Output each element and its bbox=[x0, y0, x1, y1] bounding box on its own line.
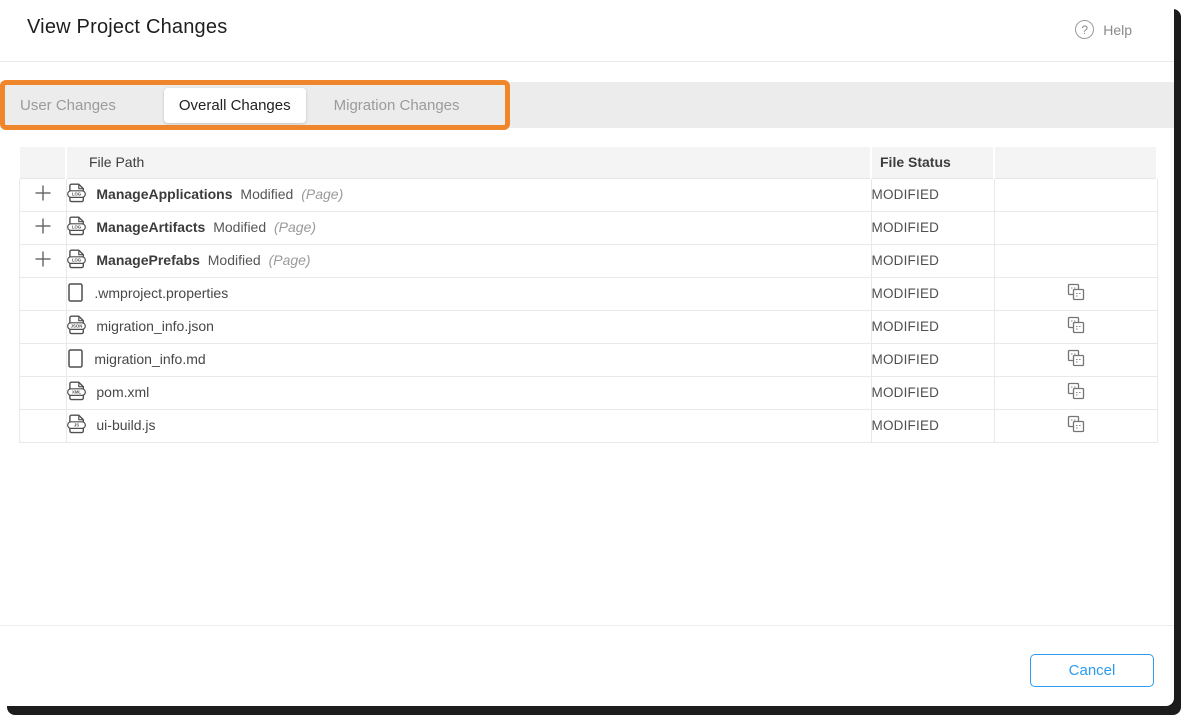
file-name: migration_info.md bbox=[94, 351, 205, 367]
table-row: .wmproject.properties MODIFIED bbox=[19, 277, 1157, 310]
file-name: ManageArtifacts bbox=[96, 219, 205, 235]
cancel-button[interactable]: Cancel bbox=[1030, 654, 1154, 687]
file-type-badge-icon: XML bbox=[67, 381, 86, 404]
diff-icon[interactable] bbox=[1067, 349, 1085, 367]
expand-icon[interactable] bbox=[32, 248, 54, 270]
table-row: LOG ManageArtifacts Modified (Page) MODI… bbox=[19, 211, 1157, 244]
file-type-badge-icon: JS bbox=[67, 414, 86, 437]
file-type-label: (Page) bbox=[301, 186, 343, 202]
diff-icon[interactable] bbox=[1067, 316, 1085, 334]
file-type-badge-icon: LOG bbox=[67, 249, 86, 272]
file-type-badge-icon: LOG bbox=[67, 183, 86, 206]
file-icon bbox=[67, 283, 84, 305]
tab-overall-changes[interactable]: Overall Changes bbox=[164, 88, 306, 123]
file-type-label: (Page) bbox=[274, 219, 316, 235]
svg-text:JS: JS bbox=[73, 423, 78, 428]
file-icon bbox=[67, 349, 84, 371]
file-status: MODIFIED bbox=[871, 376, 994, 409]
help-label: Help bbox=[1103, 22, 1132, 38]
file-status: MODIFIED bbox=[871, 343, 994, 376]
footer-divider bbox=[0, 625, 1174, 626]
file-name: migration_info.json bbox=[96, 318, 214, 334]
column-header-actions bbox=[994, 147, 1157, 178]
diff-icon[interactable] bbox=[1067, 283, 1085, 301]
file-modified-label: Modified bbox=[240, 186, 293, 202]
svg-text:LOG: LOG bbox=[71, 192, 81, 197]
file-status: MODIFIED bbox=[871, 244, 994, 277]
tab-bar: User Changes Overall Changes Migration C… bbox=[0, 82, 1174, 128]
file-type-badge-icon: JSON bbox=[67, 315, 86, 338]
file-name: ManageApplications bbox=[96, 186, 232, 202]
svg-text:XML: XML bbox=[71, 390, 80, 395]
column-header-expand bbox=[19, 147, 66, 178]
tab-migration-changes[interactable]: Migration Changes bbox=[334, 97, 460, 114]
file-modified-label: Modified bbox=[208, 252, 261, 268]
expand-icon[interactable] bbox=[32, 215, 54, 237]
column-header-file-status: File Status bbox=[871, 147, 994, 178]
tab-user-changes[interactable]: User Changes bbox=[20, 97, 116, 114]
svg-text:LOG: LOG bbox=[71, 258, 81, 263]
svg-text:JSON: JSON bbox=[70, 324, 82, 329]
file-type-badge-icon: LOG bbox=[67, 216, 86, 239]
file-name: ManagePrefabs bbox=[96, 252, 199, 268]
column-header-file-path: File Path bbox=[66, 147, 871, 178]
table-row: JS ui-build.js MODIFIED bbox=[19, 409, 1157, 442]
table-header-row: File Path File Status bbox=[19, 147, 1157, 178]
help-icon: ? bbox=[1075, 20, 1094, 39]
file-name: ui-build.js bbox=[96, 417, 155, 433]
file-status: MODIFIED bbox=[871, 277, 994, 310]
diff-icon[interactable] bbox=[1067, 415, 1085, 433]
diff-icon[interactable] bbox=[1067, 382, 1085, 400]
table-row: JSON migration_info.json MODIFIED bbox=[19, 310, 1157, 343]
file-name: pom.xml bbox=[96, 384, 149, 400]
table-row: XML pom.xml MODIFIED bbox=[19, 376, 1157, 409]
help-button[interactable]: ? Help bbox=[1075, 20, 1132, 39]
file-name: .wmproject.properties bbox=[94, 285, 228, 301]
file-type-label: (Page) bbox=[269, 252, 311, 268]
file-modified-label: Modified bbox=[213, 219, 266, 235]
table-row: LOG ManagePrefabs Modified (Page) MODIFI… bbox=[19, 244, 1157, 277]
page-title: View Project Changes bbox=[27, 16, 227, 39]
dialog-header: View Project Changes ? Help bbox=[0, 0, 1174, 62]
expand-icon[interactable] bbox=[32, 182, 54, 204]
svg-text:LOG: LOG bbox=[71, 225, 81, 230]
file-status: MODIFIED bbox=[871, 409, 994, 442]
project-changes-table: File Path File Status bbox=[18, 147, 1158, 443]
view-project-changes-dialog: View Project Changes ? Help User Changes… bbox=[0, 0, 1174, 706]
file-status: MODIFIED bbox=[871, 178, 994, 211]
file-status: MODIFIED bbox=[871, 310, 994, 343]
table-row: migration_info.md MODIFIED bbox=[19, 343, 1157, 376]
file-status: MODIFIED bbox=[871, 211, 994, 244]
table-row: LOG ManageApplications Modified (Page) M… bbox=[19, 178, 1157, 211]
